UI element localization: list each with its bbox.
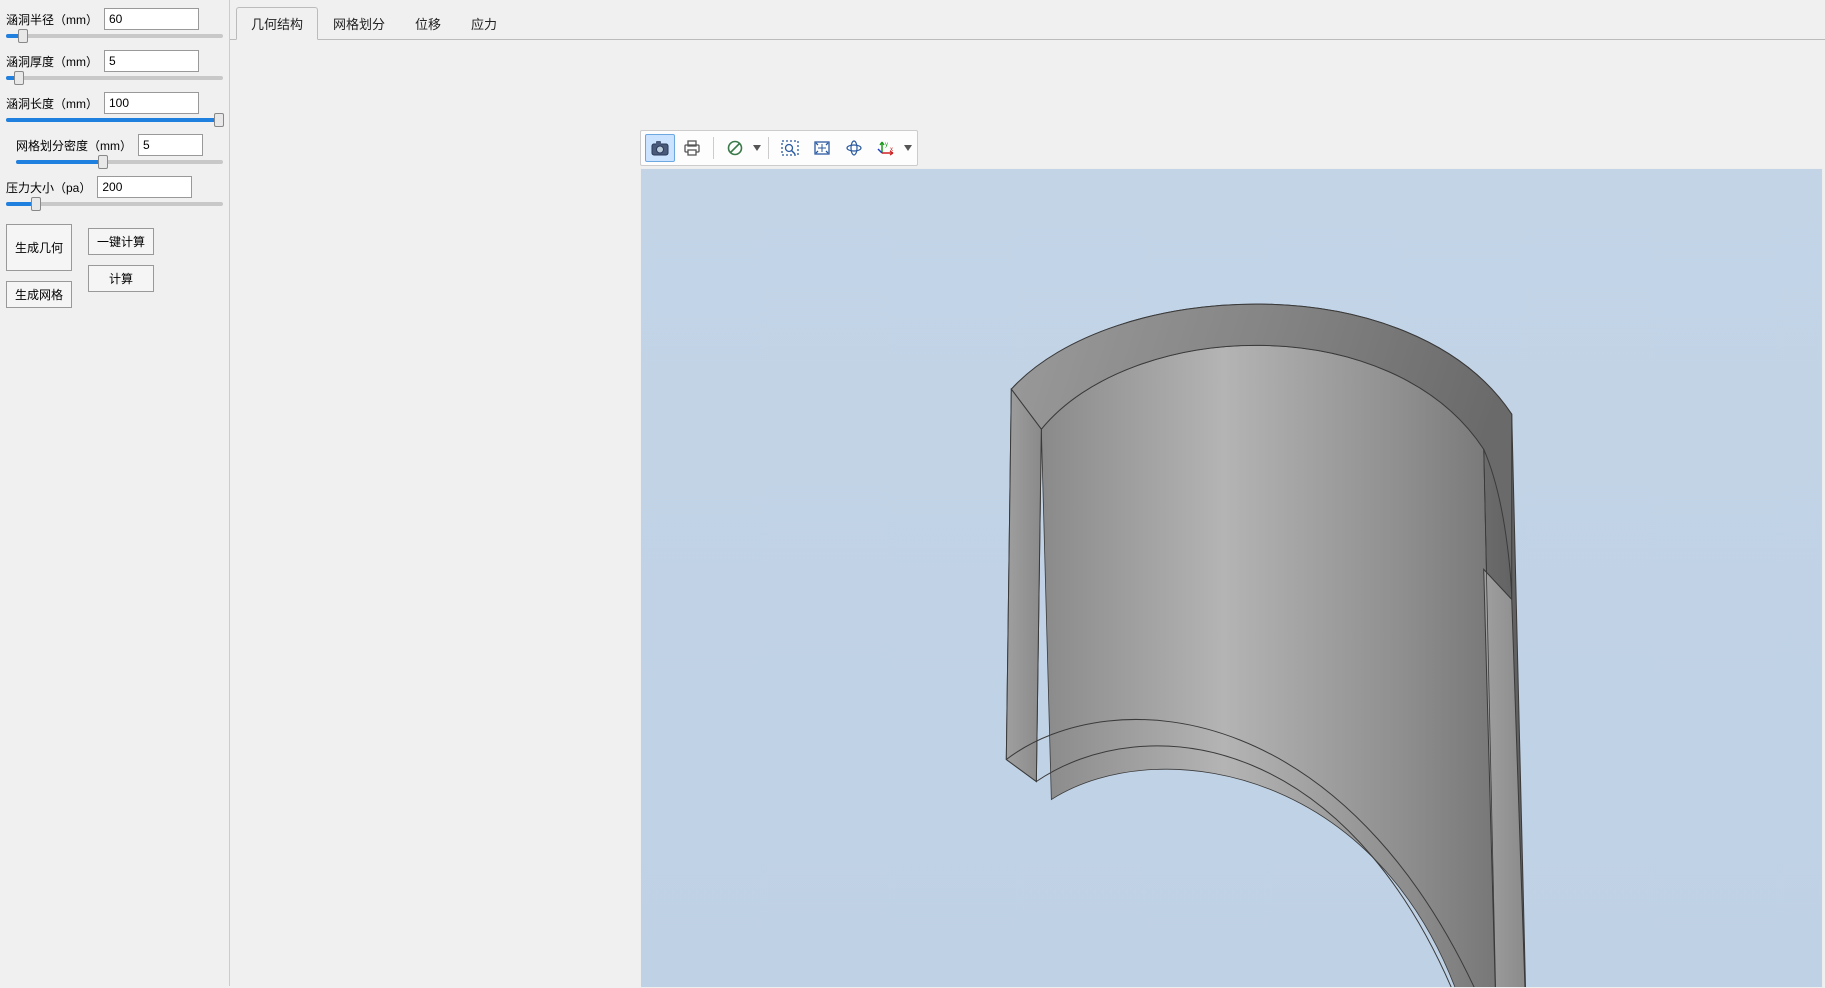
viewport-toolbar: yx: [640, 130, 918, 166]
param-slider[interactable]: [6, 118, 223, 122]
param-input[interactable]: [104, 8, 199, 30]
zoom-window-icon[interactable]: [775, 134, 805, 162]
param-slider[interactable]: [6, 76, 223, 80]
tab-3[interactable]: 应力: [456, 7, 512, 40]
toolbar-separator: [768, 137, 769, 159]
param-input[interactable]: [138, 134, 203, 156]
sidebar: 涵洞半径（mm） 涵洞厚度（mm） 涵洞长度（mm） 网格划分密度（mm） 压力大小（p…: [0, 0, 230, 986]
param-slider[interactable]: [6, 34, 223, 38]
param-input[interactable]: [104, 50, 199, 72]
tab-1[interactable]: 网格划分: [318, 7, 400, 40]
param-label: 压力大小（pa）: [6, 179, 91, 196]
rotate-icon[interactable]: [839, 134, 869, 162]
print-icon[interactable]: [677, 134, 707, 162]
geometry-left-cut-face: [1006, 389, 1041, 781]
svg-text:y: y: [885, 142, 888, 148]
svg-text:x: x: [890, 147, 893, 153]
main-area: 几何结构网格划分位移应力 yx: [230, 0, 1825, 986]
param-label: 涵洞长度（mm）: [6, 95, 98, 112]
param-input[interactable]: [97, 176, 192, 198]
param-block-0: 涵洞半径（mm）: [6, 8, 223, 38]
param-label: 网格划分密度（mm）: [16, 137, 132, 154]
generate-mesh-button[interactable]: 生成网格: [6, 281, 72, 308]
param-block-4: 压力大小（pa）: [6, 176, 223, 206]
param-block-1: 涵洞厚度（mm）: [6, 50, 223, 80]
block-icon[interactable]: [720, 134, 750, 162]
one-click-compute-button[interactable]: 一键计算: [88, 228, 154, 255]
param-input[interactable]: [104, 92, 199, 114]
3d-viewport[interactable]: [640, 168, 1823, 988]
camera-icon[interactable]: [645, 134, 675, 162]
dropdown-arrow-icon[interactable]: [752, 145, 762, 151]
fit-icon[interactable]: [807, 134, 837, 162]
param-slider[interactable]: [16, 160, 223, 164]
param-block-2: 涵洞长度（mm）: [6, 92, 223, 122]
geometry-inner-wall: [1041, 345, 1496, 987]
tab-0[interactable]: 几何结构: [236, 7, 318, 40]
tab-2[interactable]: 位移: [400, 7, 456, 40]
content-area: yx: [230, 40, 1825, 986]
generate-geometry-button[interactable]: 生成几何: [6, 224, 72, 271]
compute-button[interactable]: 计算: [88, 265, 154, 292]
param-label: 涵洞半径（mm）: [6, 11, 98, 28]
action-buttons: 生成几何 生成网格 一键计算 计算: [6, 224, 223, 308]
param-block-3: 网格划分密度（mm）: [6, 134, 223, 164]
viewport-container: yx: [640, 130, 1823, 986]
param-slider[interactable]: [6, 202, 223, 206]
tab-bar: 几何结构网格划分位移应力: [230, 0, 1825, 40]
axes-icon[interactable]: yx: [871, 134, 901, 162]
param-label: 涵洞厚度（mm）: [6, 53, 98, 70]
toolbar-separator: [713, 137, 714, 159]
dropdown-arrow-icon[interactable]: [903, 145, 913, 151]
